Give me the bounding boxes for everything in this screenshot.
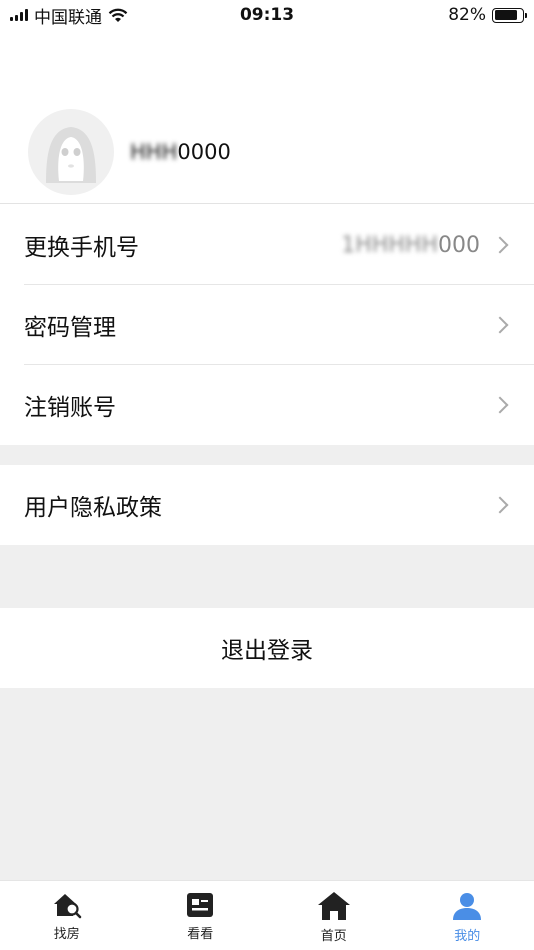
deactivate-account-row[interactable]: 注销账号 [0,365,534,445]
chevron-right-icon [491,496,509,514]
tab-home-label: 首页 [320,929,347,944]
privacy-policy-right [491,496,510,514]
battery-percent: 82% [448,5,486,25]
change-phone-row[interactable]: 更换手机号 1ΗΗΗΗΗ000 [0,205,534,285]
avatar[interactable] [28,108,114,195]
battery-fill [494,10,517,20]
tab-find-house-label: 找房 [53,927,80,942]
profile-name-masked: ΗΗΗ [130,139,178,164]
deactivate-account-right [491,396,510,414]
ghost-avatar-icon [46,126,96,183]
chevron-right-icon [491,396,509,414]
privacy-policy-row[interactable]: 用户隐私政策 [0,465,534,545]
tab-look[interactable]: 看看 [134,881,268,950]
section-gap [0,445,534,465]
carrier-label: 中国联通 [34,7,102,28]
status-left: 中国联通 [10,3,128,28]
battery-icon [492,7,527,23]
change-phone-label: 更换手机号 [24,235,139,261]
person-icon [453,893,482,920]
empty-area [0,688,534,880]
privacy-policy-label: 用户隐私政策 [24,495,162,521]
phone-number-suffix: 000 [438,232,480,258]
tab-look-label: 看看 [187,927,214,942]
section-gap [0,545,534,608]
password-management-right [491,316,510,334]
tab-bar: 找房 看看 首页 我的 [0,880,534,950]
signal-icon [10,9,28,21]
password-management-row[interactable]: 密码管理 [0,285,534,365]
news-icon [187,893,214,917]
tab-mine[interactable]: 我的 [401,881,534,950]
house-search-icon [53,894,82,919]
change-phone-right: 1ΗΗΗΗΗ000 [341,233,510,258]
tab-find-house[interactable]: 找房 [0,881,134,950]
tab-mine-label: 我的 [454,929,481,944]
status-bar: 中国联通 09:13 82% [0,0,534,30]
logout-button[interactable]: 退出登录 [0,608,534,688]
profile-name-suffix: 0000 [177,139,231,164]
profile-name: ΗΗΗ 0000 [130,140,231,164]
wifi-icon [108,8,128,22]
deactivate-account-label: 注销账号 [24,395,116,421]
home-icon [317,892,350,920]
chevron-right-icon [491,316,509,334]
phone-number-masked: 1ΗΗΗΗΗ [341,232,438,258]
tab-home[interactable]: 首页 [267,881,401,950]
phone-number-value: 1ΗΗΗΗΗ000 [341,233,480,258]
profile-header[interactable]: ΗΗΗ 0000 [0,100,534,204]
chevron-right-icon [491,236,509,254]
status-right: 82% [448,5,527,25]
password-management-label: 密码管理 [24,315,116,341]
